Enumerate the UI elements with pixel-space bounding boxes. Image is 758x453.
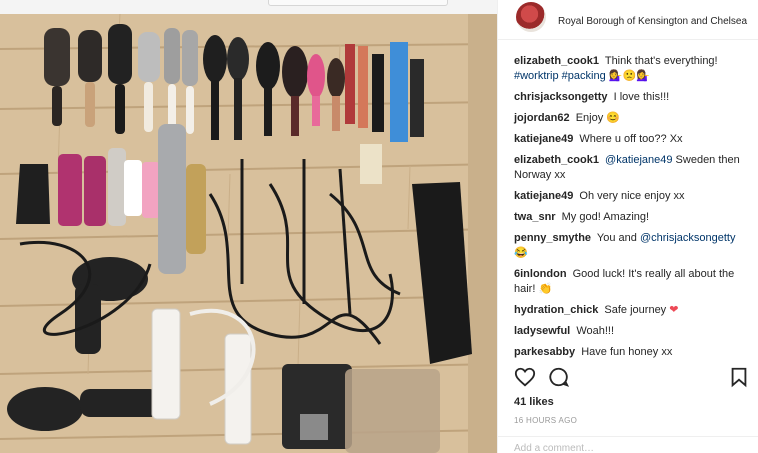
- comment-bubble-icon[interactable]: [548, 366, 570, 388]
- comment-text: Woah!!!: [576, 325, 615, 337]
- comment: jojordan62 Enjoy 😊: [514, 111, 750, 126]
- comment-username[interactable]: ladysewful: [514, 325, 570, 337]
- comment-username[interactable]: elizabeth_cook1: [514, 154, 599, 166]
- comment-username[interactable]: parkesabby: [514, 346, 575, 358]
- comment-text: Think that's everything!: [604, 55, 718, 67]
- emoji: 👏: [538, 283, 553, 295]
- comment-username[interactable]: twa_snr: [514, 211, 556, 223]
- comment-text: You and: [596, 232, 637, 244]
- comment: hydration_chick Safe journey ❤: [514, 303, 750, 318]
- mention-link[interactable]: @katiejane49: [605, 154, 672, 166]
- comment-username[interactable]: katiejane49: [514, 190, 573, 202]
- bookmark-icon[interactable]: [728, 366, 750, 388]
- post-header: Royal Borough of Kensington and Chelsea: [498, 0, 758, 40]
- post-photo[interactable]: [0, 14, 497, 453]
- post-timestamp: 16 HOURS AGO: [514, 416, 578, 425]
- comment: katiejane49 Where u off too?? Xx: [514, 132, 750, 147]
- comment-username[interactable]: 6inlondon: [514, 268, 567, 280]
- comment-list: elizabeth_cook1 Think that's everything!…: [514, 54, 750, 366]
- comment: chrisjacksongetty I love this!!!: [514, 90, 750, 105]
- comment-username[interactable]: jojordan62: [514, 112, 570, 124]
- heart-emoji: ❤: [669, 304, 679, 316]
- comment: 6inlondon Good luck! It's really all abo…: [514, 267, 750, 297]
- avatar[interactable]: [516, 2, 546, 32]
- emoji: 😊: [606, 112, 620, 124]
- hair-tools-flatlay: [0, 14, 497, 453]
- comment-text: Have fun honey xx: [581, 346, 673, 358]
- add-comment-placeholder[interactable]: Add a comment…: [514, 443, 594, 453]
- comment: elizabeth_cook1 @katiejane49 Sweden then…: [514, 153, 750, 183]
- comment-text: Enjoy: [575, 112, 604, 124]
- post-actions: [514, 366, 750, 390]
- comment: ladysewful Woah!!!: [514, 324, 750, 339]
- emoji: 💁‍♀️🙁💁‍♀️: [608, 70, 650, 82]
- mention-link[interactable]: @chrisjacksongetty: [640, 232, 736, 244]
- comment-username[interactable]: elizabeth_cook1: [514, 55, 599, 67]
- comment-text: My god! Amazing!: [561, 211, 650, 223]
- comment: parkesabby Have fun honey xx: [514, 345, 750, 360]
- add-comment-bar[interactable]: Add a comment…: [498, 436, 758, 453]
- search-bar-edge[interactable]: [268, 0, 448, 6]
- comment: katiejane49 Oh very nice enjoy xx: [514, 189, 750, 204]
- post-sidebar: Royal Borough of Kensington and Chelsea …: [497, 0, 758, 453]
- comment-username[interactable]: katiejane49: [514, 133, 573, 145]
- like-count[interactable]: 41 likes: [514, 396, 554, 408]
- comment-username[interactable]: hydration_chick: [514, 304, 598, 316]
- comment: elizabeth_cook1 Think that's everything!…: [514, 54, 750, 84]
- comment: penny_smythe You and @chrisjacksongetty …: [514, 231, 750, 261]
- emoji: 😂: [514, 247, 528, 259]
- comment-username[interactable]: penny_smythe: [514, 232, 591, 244]
- top-strip: [0, 0, 497, 14]
- post-location[interactable]: Royal Borough of Kensington and Chelsea: [558, 16, 747, 27]
- comment-text: Oh very nice enjoy xx: [579, 190, 685, 202]
- comment-text: Where u off too?? Xx: [579, 133, 683, 145]
- comment-username[interactable]: chrisjacksongetty: [514, 91, 608, 103]
- hashtags[interactable]: #worktrip #packing: [514, 70, 606, 82]
- comment-text: Safe journey: [604, 304, 667, 316]
- comment: twa_snr My god! Amazing!: [514, 210, 750, 225]
- heart-outline-icon[interactable]: [514, 366, 536, 388]
- comment-text: I love this!!!: [613, 91, 670, 103]
